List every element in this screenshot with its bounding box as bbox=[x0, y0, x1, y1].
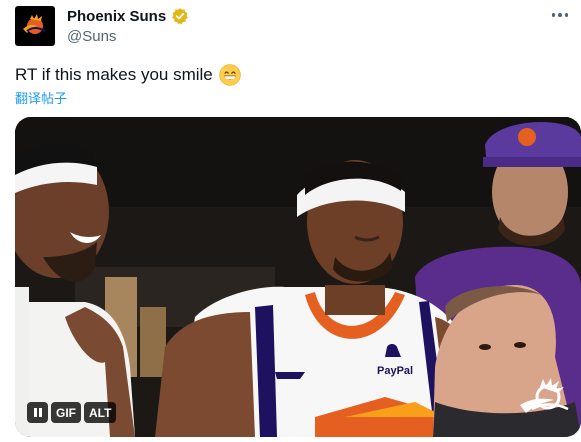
account-avatar[interactable] bbox=[15, 6, 55, 46]
grinning-face-emoji-icon bbox=[219, 64, 241, 86]
account-handle[interactable]: @Suns bbox=[67, 28, 116, 45]
pause-icon[interactable] bbox=[27, 402, 48, 423]
jersey-sponsor-text: PayPal bbox=[377, 365, 413, 377]
tweet-text-content: RT if this makes you smile bbox=[15, 65, 213, 84]
suns-logo-icon bbox=[520, 378, 569, 413]
gold-verified-badge-icon[interactable] bbox=[171, 7, 189, 25]
translate-post-link[interactable]: 翻译帖子 bbox=[15, 88, 67, 107]
gif-scene-image: PayPal bbox=[15, 117, 581, 437]
gif-label-button[interactable]: GIF bbox=[51, 402, 81, 423]
tweet-text: RT if this makes you smile bbox=[15, 64, 241, 86]
alt-text-button[interactable]: ALT bbox=[84, 402, 117, 423]
gif-media[interactable]: PayPal GIF ALT bbox=[15, 117, 581, 437]
suns-avatar-logo-icon bbox=[23, 14, 46, 34]
more-options-icon[interactable] bbox=[549, 6, 571, 24]
display-name[interactable]: Phoenix Suns bbox=[67, 8, 166, 25]
